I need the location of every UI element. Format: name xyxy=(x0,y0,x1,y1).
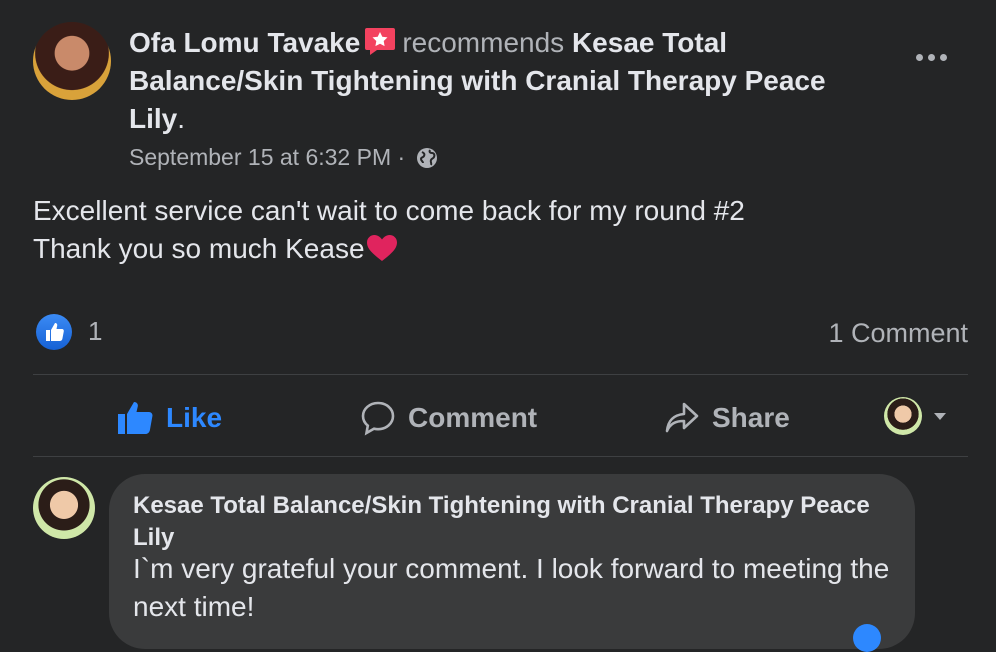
author-name[interactable]: Ofa Lomu Tavake xyxy=(129,27,360,58)
heart-icon xyxy=(366,235,397,261)
globe-icon xyxy=(416,148,437,168)
comment-author[interactable]: Kesae Total Balance/Skin Tightening with… xyxy=(133,490,893,554)
commenter-avatar[interactable] xyxy=(33,477,95,539)
comment-bubble: Kesae Total Balance/Skin Tightening with… xyxy=(109,474,915,649)
like-label: Like xyxy=(166,402,223,433)
like-icon xyxy=(118,402,153,434)
more-icon[interactable] xyxy=(912,48,952,68)
divider-top xyxy=(33,374,968,375)
comment-icon xyxy=(361,401,395,436)
divider-bottom xyxy=(33,456,968,457)
separator: · xyxy=(397,144,406,170)
like-count: 1 xyxy=(88,316,103,346)
comment-button[interactable]: Comment xyxy=(360,392,537,444)
period: . xyxy=(177,103,186,134)
like-button[interactable]: Like xyxy=(116,392,222,444)
share-label: Share xyxy=(712,402,790,433)
author-avatar[interactable] xyxy=(33,22,111,100)
comment-text: I`m very grateful your comment. I look f… xyxy=(133,553,890,622)
post-meta: September 15 at 6:32 PM · xyxy=(129,143,438,171)
chevron-down-icon[interactable] xyxy=(932,410,948,422)
comment-like-icon xyxy=(853,624,881,652)
comment-label: Comment xyxy=(408,402,538,433)
like-reaction-icon xyxy=(36,314,72,350)
post-text-line2: Thank you so much Kease xyxy=(33,233,365,264)
viewer-avatar[interactable] xyxy=(884,397,922,435)
post-body: Excellent service can't wait to come bac… xyxy=(33,192,745,268)
post-text-line1: Excellent service can't wait to come bac… xyxy=(33,195,745,226)
share-button[interactable]: Share xyxy=(664,392,790,444)
timestamp[interactable]: September 15 at 6:32 PM xyxy=(129,144,391,170)
recommends-text: recommends xyxy=(402,27,565,58)
recommend-icon xyxy=(365,28,396,55)
share-icon xyxy=(665,402,699,433)
comment-count[interactable]: 1 Comment xyxy=(828,318,968,349)
post-header: Ofa Lomu Tavake recommends Kesae Total B… xyxy=(129,24,889,138)
